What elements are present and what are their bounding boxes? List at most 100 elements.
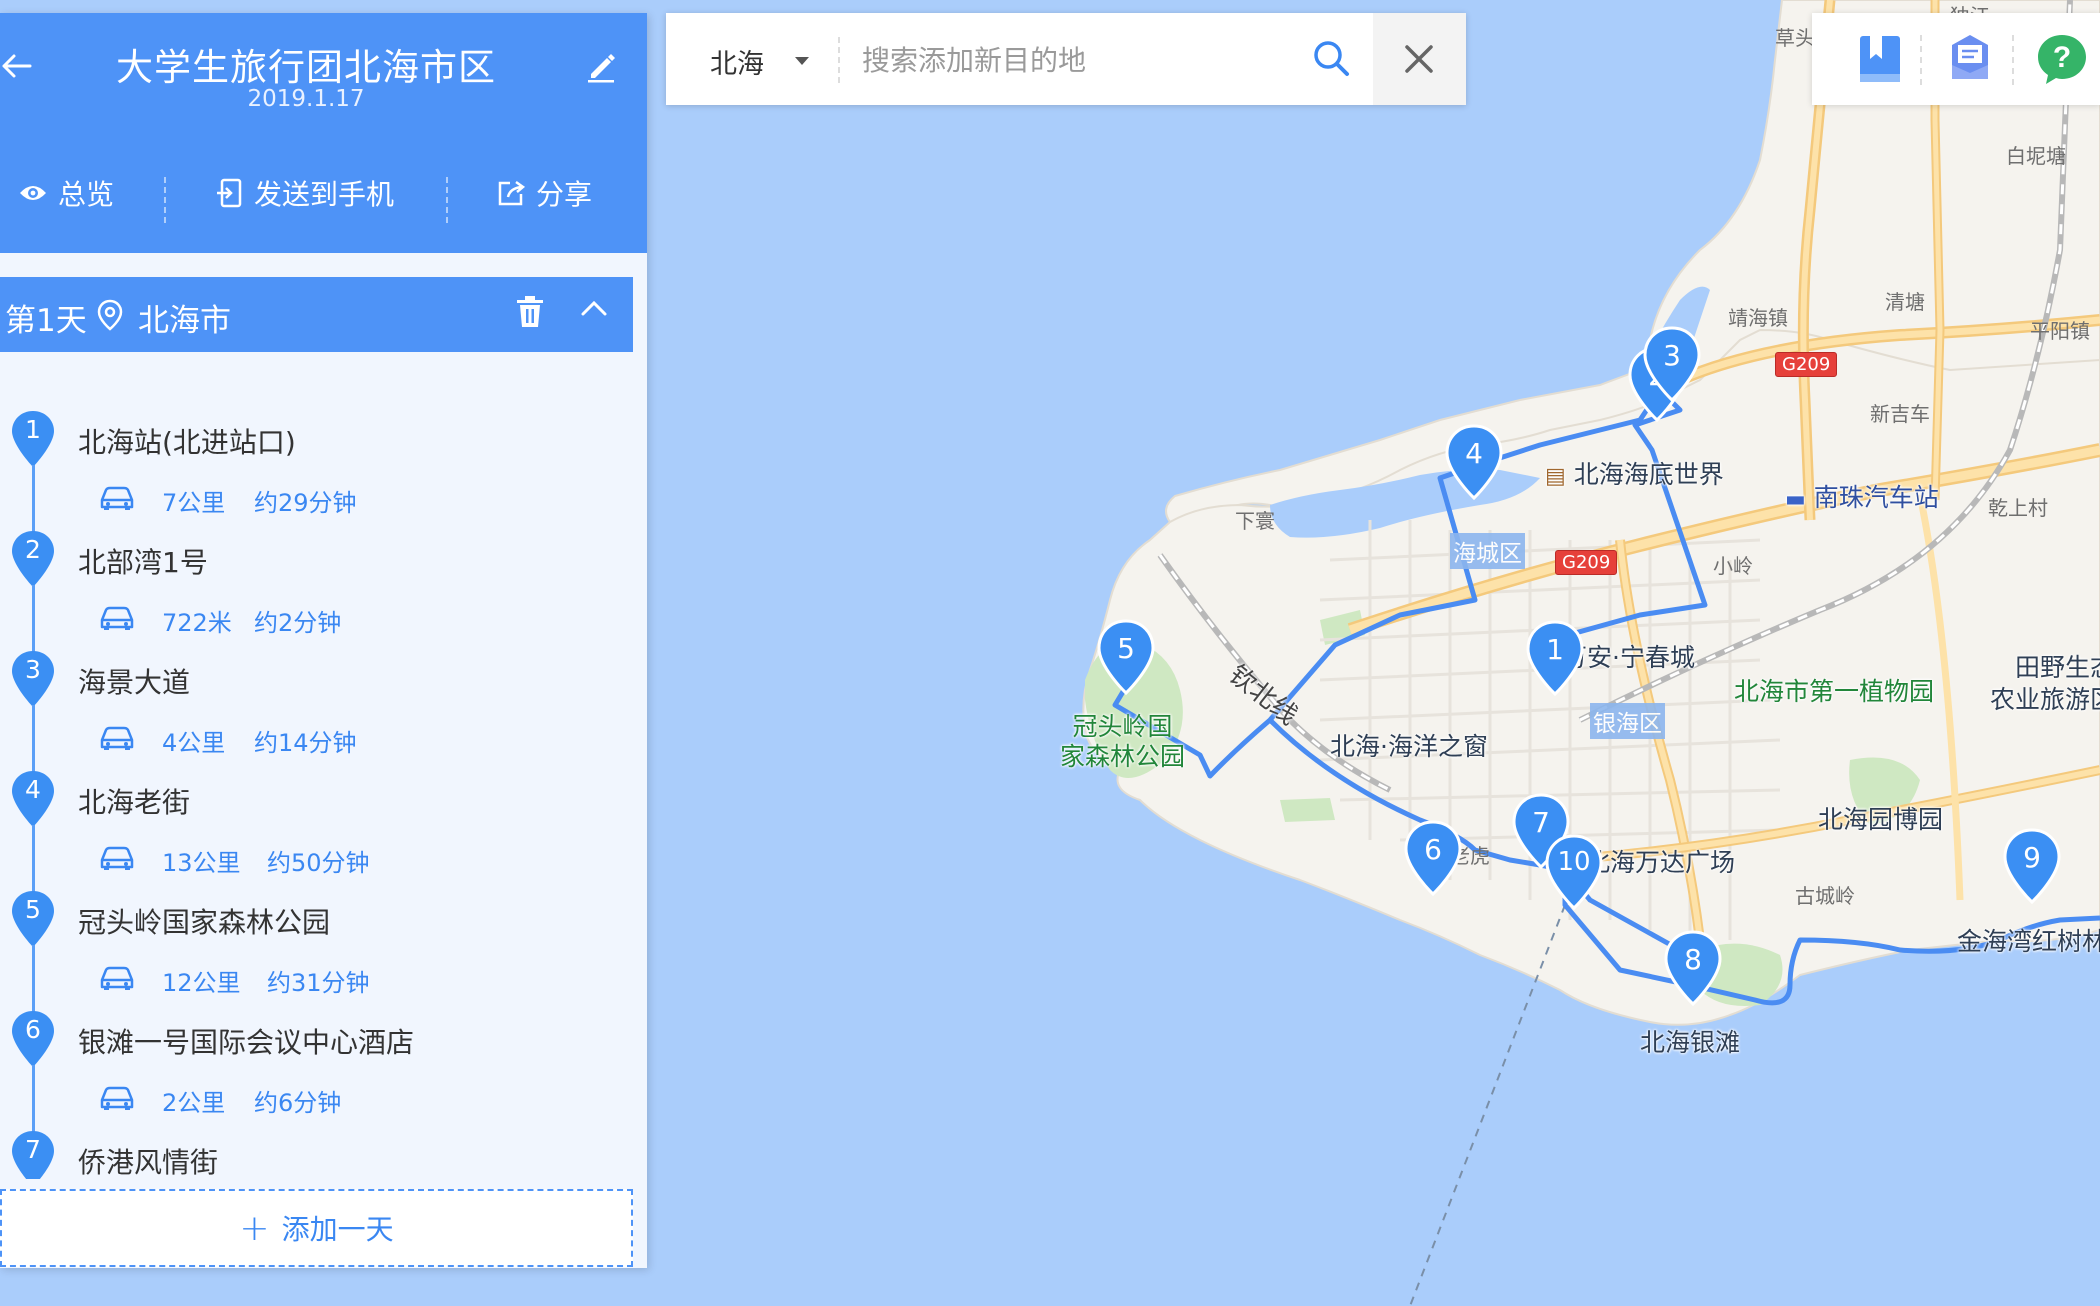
stop-number-badge: 6: [10, 1009, 56, 1069]
poi-haiyang[interactable]: 北海·海洋之窗: [1330, 727, 1488, 763]
map-toolbar: ?: [1812, 13, 2100, 105]
leg-item: 4公里 约14分钟: [0, 705, 633, 773]
poi-yintan[interactable]: 北海银滩: [1640, 1023, 1740, 1059]
route-marker-5[interactable]: 5: [1095, 619, 1157, 697]
stop-item[interactable]: 7 侨港风情街: [0, 1129, 633, 1179]
stop-item[interactable]: 6 银滩一号国际会议中心酒店: [0, 1009, 633, 1069]
bus-icon: ▬: [1785, 487, 1806, 512]
route-marker-3[interactable]: 3: [1641, 326, 1703, 404]
leg-distance: 722米: [162, 609, 232, 637]
clear-search-button[interactable]: [1373, 13, 1466, 105]
overview-label: 总览: [58, 178, 115, 211]
stop-number-badge: 5: [10, 889, 56, 949]
leg-distance: 7公里: [162, 489, 226, 517]
poi-wanda[interactable]: 北海万达广场: [1585, 843, 1735, 879]
day-city: 北海市: [138, 303, 231, 339]
route-marker-8[interactable]: 8: [1662, 930, 1724, 1008]
trip-actions: 总览 发送到手机 分享: [0, 163, 647, 223]
day-label: 第1天: [5, 303, 87, 339]
stop-name: 北部湾1号: [78, 546, 208, 579]
trash-icon[interactable]: [514, 295, 546, 329]
poi-label: 南珠汽车站: [1813, 483, 1939, 512]
stop-item[interactable]: 5 冠头岭国家森林公园: [0, 889, 633, 949]
route-marker-10[interactable]: 10: [1543, 834, 1605, 912]
leg-duration: 约50分钟: [267, 849, 370, 877]
route-marker-1[interactable]: 1: [1524, 620, 1586, 698]
stop-item[interactable]: 2 北部湾1号: [0, 529, 633, 589]
leg-distance: 2公里: [162, 1089, 226, 1117]
place-label: 清塘: [1885, 290, 1925, 314]
route-marker-9[interactable]: 9: [2001, 828, 2063, 906]
route-marker-4[interactable]: 4: [1443, 424, 1505, 502]
eye-icon: [20, 186, 46, 200]
add-day-label: 添加一天: [281, 1213, 394, 1246]
place-label: 乾上村: [1988, 496, 2048, 520]
send-to-phone-button[interactable]: 发送到手机: [216, 163, 394, 223]
marker-number: 4: [1465, 437, 1483, 470]
poi-nanzhu[interactable]: ▬ 南珠汽车站: [1785, 478, 1939, 514]
share-button[interactable]: 分享: [496, 163, 592, 223]
timeline-line: [32, 825, 35, 893]
stop-name: 北海老街: [78, 786, 191, 819]
bookmark-icon[interactable]: [1852, 31, 1908, 87]
overview-button[interactable]: 总览: [18, 163, 114, 223]
place-label: 小岭: [1713, 554, 1753, 578]
timeline-line: [32, 945, 35, 1013]
trip-panel: 大学生旅行团北海市区 2019.1.17 总览 发送到手机 分享 第1天 北海市: [0, 13, 647, 1268]
stop-number-badge: 3: [10, 649, 56, 709]
district-label: 海城区: [1450, 533, 1525, 569]
edit-icon[interactable]: [583, 48, 619, 84]
leg-duration: 约31分钟: [267, 969, 370, 997]
chevron-up-icon[interactable]: [580, 299, 608, 317]
share-icon: [498, 180, 526, 206]
plus-icon: +: [239, 1207, 270, 1249]
stop-item[interactable]: 4 北海老街: [0, 769, 633, 829]
timeline-line: [32, 1065, 35, 1133]
place-label: 古城岭: [1795, 884, 1855, 908]
marker-number: 3: [1663, 339, 1681, 372]
car-icon: [100, 966, 134, 990]
leg-item: 2公里 约6分钟: [0, 1065, 633, 1133]
car-icon: [100, 726, 134, 750]
message-icon[interactable]: [1942, 31, 1998, 87]
poi-tianye[interactable]: 田野生态 农业旅游区: [1990, 652, 2100, 716]
leg-item: 12公里 约31分钟: [0, 945, 633, 1013]
poi-guantou[interactable]: 冠头岭国 家森林公园: [1060, 712, 1185, 772]
divider: [446, 177, 448, 223]
poi-yuanbo[interactable]: 北海园博园: [1818, 800, 1943, 836]
timeline-line: [32, 705, 35, 773]
poi-haidi[interactable]: ▤ 北海海底世界: [1545, 455, 1724, 491]
leg-distance: 13公里: [162, 849, 241, 877]
place-label: 新吉车: [1870, 402, 1930, 426]
search-icon[interactable]: [1312, 39, 1350, 77]
send-to-phone-label: 发送到手机: [254, 178, 395, 211]
poi-zhiwuyuan[interactable]: 北海市第一植物园: [1734, 672, 1934, 708]
leg-distance: 4公里: [162, 729, 226, 757]
leg-duration: 约2分钟: [254, 609, 342, 637]
stop-number-badge: 2: [10, 529, 56, 589]
stop-item[interactable]: 3 海景大道: [0, 649, 633, 709]
stop-item[interactable]: 1 北海站(北进站口): [0, 409, 633, 469]
search-bar: 北海: [666, 13, 1466, 105]
marker-number: 6: [1424, 833, 1442, 866]
caret-down-icon: [795, 57, 809, 65]
stop-number-badge: 1: [10, 409, 56, 469]
place-label: 下寰: [1235, 509, 1275, 533]
help-icon[interactable]: ?: [2034, 31, 2090, 87]
stop-name: 侨港风情街: [78, 1146, 219, 1179]
trip-title: 大学生旅行团北海市区: [116, 46, 496, 89]
place-label: 草头: [1775, 26, 1815, 50]
search-input[interactable]: [860, 35, 1264, 85]
city-select[interactable]: 北海: [666, 13, 836, 105]
trip-date: 2019.1.17: [247, 86, 365, 112]
place-label: 平阳镇: [2030, 319, 2090, 343]
divider: [838, 37, 840, 83]
day-header[interactable]: 第1天 北海市: [0, 277, 633, 352]
divider: [2012, 35, 2014, 85]
location-pin-icon: [97, 299, 123, 331]
poi-jinhaiwan[interactable]: 金海湾红树林: [1957, 922, 2100, 958]
stop-name: 冠头岭国家森林公园: [78, 906, 331, 939]
add-day-button[interactable]: + 添加一天: [0, 1189, 633, 1267]
route-marker-6[interactable]: 6: [1402, 820, 1464, 898]
marker-number: 8: [1684, 943, 1702, 976]
